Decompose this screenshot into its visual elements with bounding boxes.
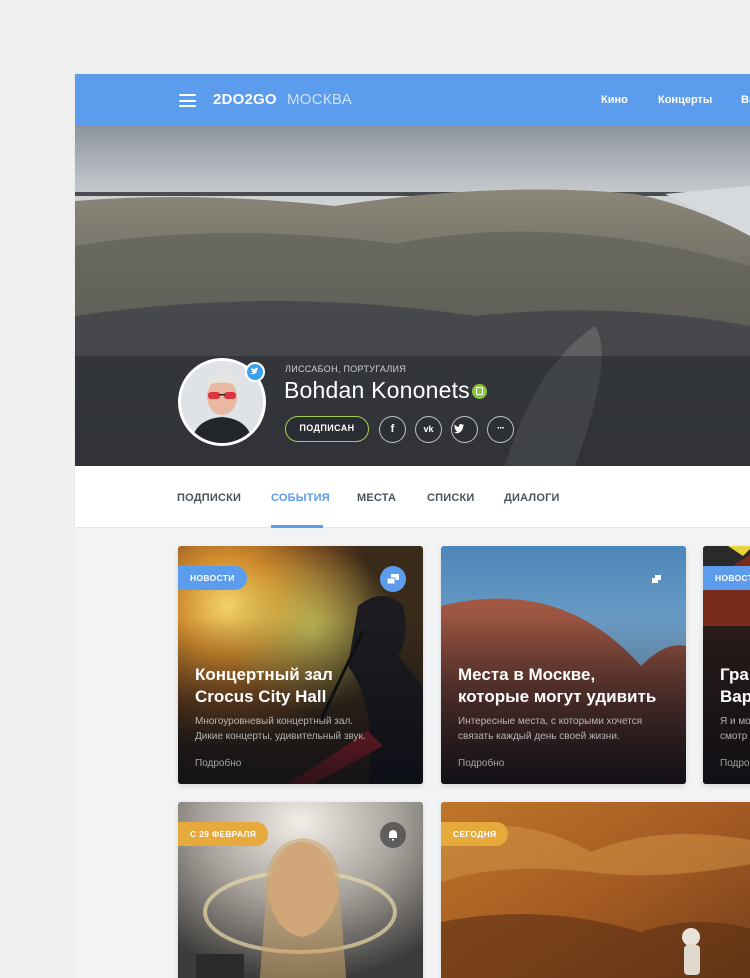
more-icon[interactable]: ··· — [487, 416, 514, 443]
card-crocus-city-hall[interactable]: НОВОСТИ Концертный зал Crocus City Hall … — [178, 546, 423, 784]
tab-lists[interactable]: СПИСКИ — [427, 492, 475, 504]
card-title: Гра Вар — [720, 665, 750, 706]
facebook-icon[interactable]: f — [379, 416, 406, 443]
menu-icon[interactable] — [179, 94, 196, 107]
gallery-icon[interactable] — [380, 566, 406, 592]
tab-dialogs[interactable]: ДИАЛОГИ — [504, 492, 560, 504]
card-tag: С 29 ФЕВРАЛЯ — [178, 822, 269, 846]
card-partial[interactable]: НОВОСТ Гра Вар Я и мо смотр Подро — [703, 546, 750, 784]
card-event-feb29[interactable]: С 29 ФЕВРАЛЯ — [178, 802, 423, 978]
tab-events[interactable]: СОБЫТИЯ — [271, 492, 330, 504]
bell-icon[interactable] — [380, 822, 406, 848]
nav-link-concerts[interactable]: Концерты — [658, 94, 712, 106]
tab-subscriptions[interactable]: ПОДПИСКИ — [177, 492, 241, 504]
subscribe-button[interactable]: ПОДПИСАН — [285, 416, 369, 442]
card-more-link[interactable]: Подробно — [458, 758, 504, 769]
city-selector[interactable]: МОСКВА — [287, 91, 352, 108]
card-moscow-places[interactable]: Места в Москве, которые могут удивить Ин… — [441, 546, 686, 784]
profile-tabs: ПОДПИСКИ СОБЫТИЯ МЕСТА СПИСКИ ДИАЛОГИ — [75, 466, 750, 528]
card-event-today[interactable]: СЕГОДНЯ — [441, 802, 750, 978]
vk-icon[interactable]: vk — [415, 416, 442, 443]
profile-location: ЛИССАБОН, ПОРТУГАЛИЯ — [285, 364, 407, 374]
card-description: Многоуровневый концертный зал. Дикие кон… — [195, 716, 366, 742]
nav-link-more[interactable]: Вы — [741, 94, 750, 106]
twitter-icon — [245, 362, 265, 382]
card-description: Я и мо смотр — [720, 716, 750, 742]
nav-link-movies[interactable]: Кино — [601, 94, 628, 106]
card-title: Места в Москве, которые могут удивить — [458, 665, 657, 706]
hero-landscape-image — [75, 126, 750, 466]
card-tag: СЕГОДНЯ — [441, 822, 509, 846]
card-more-link[interactable]: Подробно — [195, 758, 241, 769]
app-window: 2DO2GO МОСКВА Кино Концерты Вы — [75, 74, 750, 978]
card-description: Интересные места, с которыми хочется свя… — [458, 716, 643, 742]
active-tab-indicator — [271, 525, 323, 528]
card-tag: НОВОСТИ — [178, 566, 247, 590]
profile-name: Bohdan Kononets — [284, 377, 470, 403]
gallery-icon[interactable] — [643, 566, 669, 592]
card-tag: НОВОСТ — [703, 566, 750, 590]
tab-places[interactable]: МЕСТА — [357, 492, 396, 504]
verified-icon — [472, 384, 487, 399]
top-header: 2DO2GO МОСКВА Кино Концерты Вы — [75, 74, 750, 126]
twitter-icon[interactable] — [451, 416, 478, 443]
card-more-link[interactable]: Подро — [720, 758, 750, 769]
brand-logo[interactable]: 2DO2GO — [213, 91, 277, 108]
profile-hero: ЛИССАБОН, ПОРТУГАЛИЯ Bohdan Kononets ПОД… — [75, 126, 750, 466]
card-title: Концертный зал Crocus City Hall — [195, 665, 333, 706]
